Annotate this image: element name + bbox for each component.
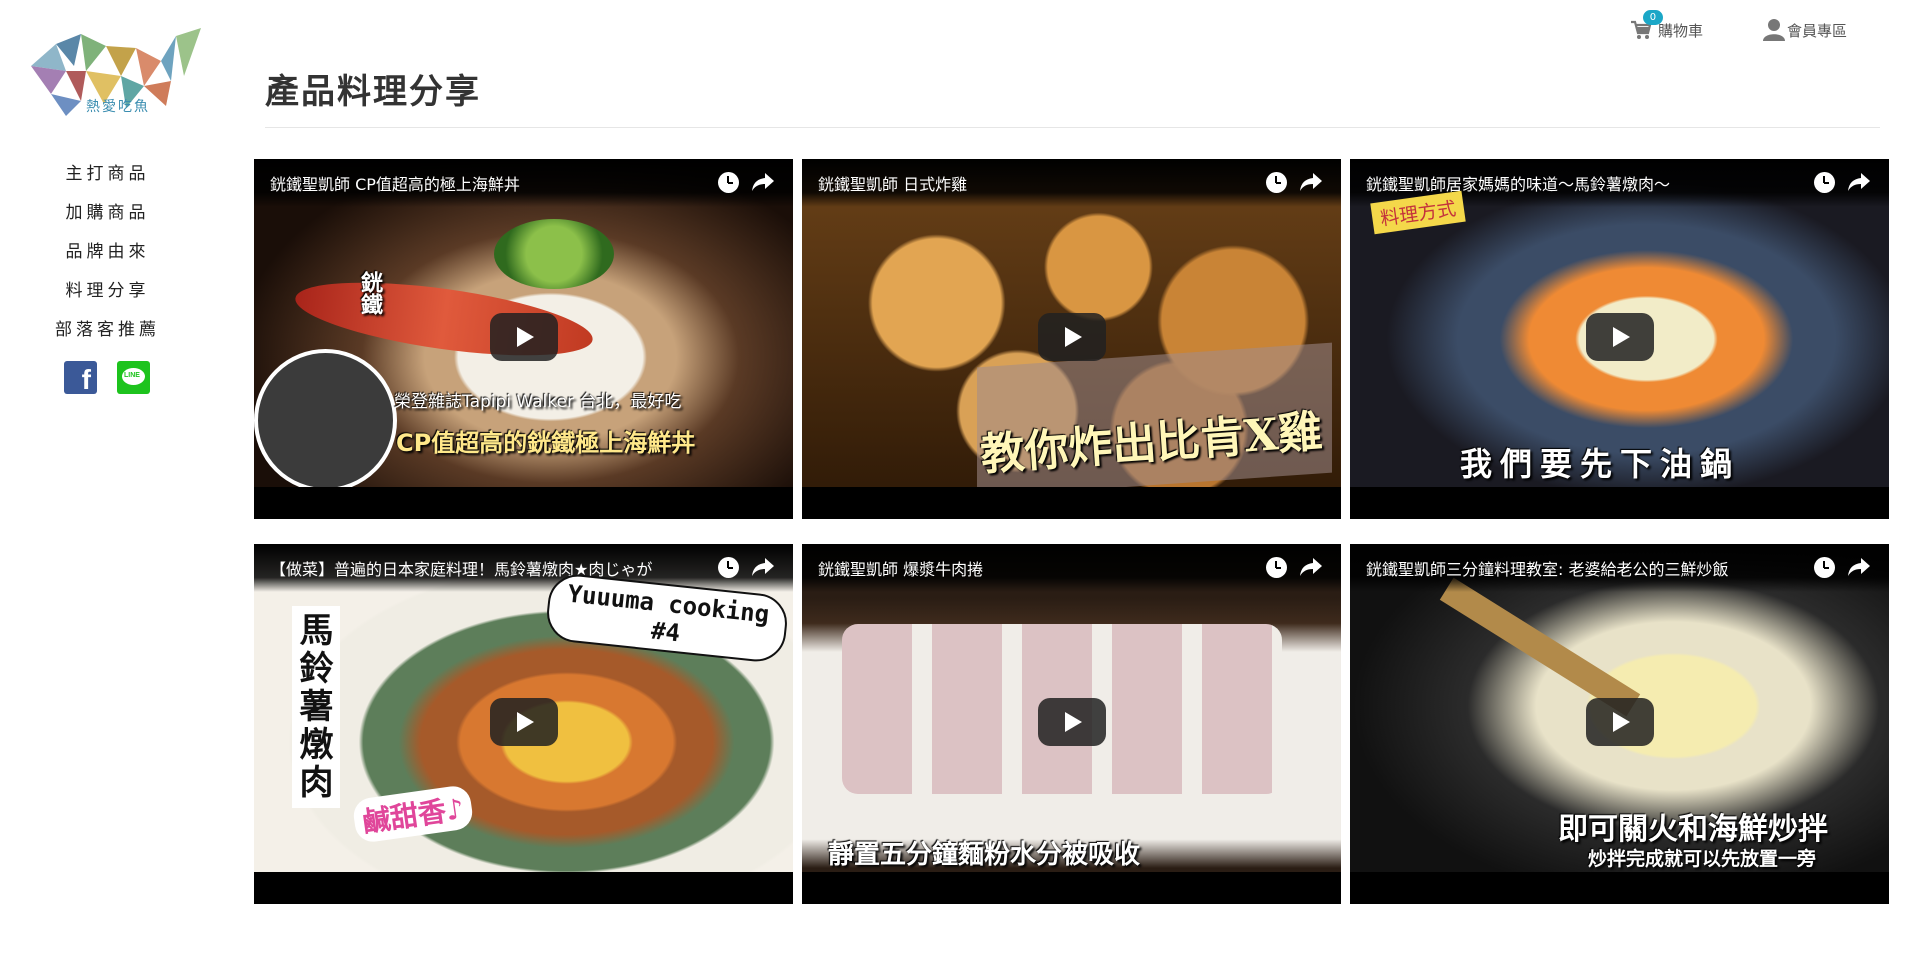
video-bottom-bar [802, 872, 1341, 904]
member-label: 會員專區 [1786, 21, 1847, 40]
video-title: 銧鐵聖凱師居家媽媽的味道～馬鈴薯燉肉～ [1366, 175, 1671, 194]
line-glyph: LINE [124, 372, 140, 379]
sidebar: 熱愛吃魚 主打商品 加購商品 品牌由來 料理分享 部落客推薦 f LINE [0, 0, 215, 959]
brand-logo[interactable]: 熱愛吃魚 [26, 26, 201, 120]
user-icon [1762, 19, 1785, 41]
watch-later-icon[interactable] [718, 172, 739, 193]
video-card-fried-chicken[interactable]: 銧鐵聖凱師 日式炸雞 教你炸出比肯X雞 [802, 159, 1341, 519]
chef-portrait [254, 349, 397, 492]
play-button[interactable] [1585, 698, 1654, 746]
video-grid: 銧鐵聖凱師 CP值超高的極上海鮮丼 榮登雜誌Tapipi Walker 台北，最… [254, 159, 1889, 904]
video-bottom-bar [1350, 872, 1889, 904]
title-divider [265, 127, 1880, 128]
play-button[interactable] [489, 313, 558, 361]
share-icon[interactable] [1299, 171, 1323, 193]
video-card-nikujaga[interactable]: 【做菜】普遍的日本家庭料理！馬鈴薯燉肉★肉じゃが 馬鈴薯燉肉 Yuuuma co… [254, 544, 793, 904]
play-button[interactable] [489, 698, 558, 746]
video-card-seafood-fried-rice[interactable]: 銧鐵聖凱師三分鐘料理教室: 老婆給老公的三鮮炒飯 即可關火和海鮮炒拌 炒拌完成就… [1350, 544, 1889, 904]
cart-count-badge: 0 [1642, 10, 1663, 25]
video-title: 【做菜】普遍的日本家庭料理！馬鈴薯燉肉★肉じゃが [270, 560, 653, 579]
cucumber-slices [494, 219, 614, 289]
caption-main: CP值超高的銧鐵極上海鮮丼 [396, 429, 696, 457]
share-icon[interactable] [751, 171, 775, 193]
play-button[interactable] [1037, 698, 1106, 746]
facebook-icon[interactable]: f [64, 361, 97, 395]
video-bottom-bar [254, 487, 793, 519]
cart-link[interactable]: 0 購物車 [1630, 10, 1703, 41]
nav-item-featured-products[interactable]: 主打商品 [0, 160, 215, 199]
caption-logo: 銧鐵 [357, 271, 383, 315]
video-title: 銧鐵聖凱師 日式炸雞 [818, 175, 968, 194]
share-icon[interactable] [1847, 171, 1871, 193]
video-bottom-bar [254, 872, 793, 904]
video-card-seafood-bowl[interactable]: 銧鐵聖凱師 CP值超高的極上海鮮丼 榮登雜誌Tapipi Walker 台北，最… [254, 159, 793, 519]
social-links: f LINE [64, 361, 150, 395]
video-card-beef-roll[interactable]: 銧鐵聖凱師 爆漿牛肉捲 靜置五分鐘麵粉水分被吸收 [802, 544, 1341, 904]
share-icon[interactable] [1847, 556, 1871, 578]
caption-magazine: 榮登雜誌Tapipi Walker 台北，最好吃 [394, 392, 682, 412]
play-button[interactable] [1585, 313, 1654, 361]
caption-main: 靜置五分鐘麵粉水分被吸收 [828, 840, 1141, 870]
watch-later-icon[interactable] [1814, 557, 1835, 578]
watch-later-icon[interactable] [1266, 557, 1287, 578]
top-bar: 0 購物車 會員專區 [1630, 10, 1847, 42]
video-bottom-bar [802, 487, 1341, 519]
watch-later-icon[interactable] [1814, 172, 1835, 193]
nav-item-recipe-share[interactable]: 料理分享 [0, 277, 215, 316]
share-icon[interactable] [751, 556, 775, 578]
caption-side: 馬鈴薯燉肉 [292, 606, 340, 808]
caption-main: 即可關火和海鮮炒拌 [1558, 812, 1828, 847]
page-title: 產品料理分享 [265, 72, 481, 112]
video-card-potato-stew[interactable]: 銧鐵聖凱師居家媽媽的味道～馬鈴薯燉肉～ 料理方式 我們要先下油鍋 [1350, 159, 1889, 519]
share-icon[interactable] [1299, 556, 1323, 578]
cart-label: 購物車 [1657, 21, 1703, 40]
video-title: 銧鐵聖凱師 爆漿牛肉捲 [818, 560, 984, 579]
video-title: 銧鐵聖凱師 CP值超高的極上海鮮丼 [270, 175, 520, 194]
wooden-spatula [1439, 577, 1641, 717]
caption-main: 我們要先下油鍋 [1460, 445, 1741, 483]
video-bottom-bar [1350, 487, 1889, 519]
nav-item-brand-story[interactable]: 品牌由來 [0, 238, 215, 277]
watch-later-icon[interactable] [1266, 172, 1287, 193]
logo-text: 熱愛吃魚 [86, 99, 150, 115]
member-area-link[interactable]: 會員專區 [1762, 18, 1847, 42]
main-nav: 主打商品 加購商品 品牌由來 料理分享 部落客推薦 [0, 160, 215, 355]
video-title: 銧鐵聖凱師三分鐘料理教室: 老婆給老公的三鮮炒飯 [1366, 560, 1729, 579]
nav-item-addon-products[interactable]: 加購商品 [0, 199, 215, 238]
nav-item-blogger-recommend[interactable]: 部落客推薦 [0, 316, 215, 355]
line-icon[interactable]: LINE [117, 361, 150, 394]
facebook-glyph: f [81, 364, 91, 395]
caption-sub: 炒拌完成就可以先放置一旁 [1588, 848, 1817, 870]
watch-later-icon[interactable] [718, 557, 739, 578]
play-button[interactable] [1037, 313, 1106, 361]
